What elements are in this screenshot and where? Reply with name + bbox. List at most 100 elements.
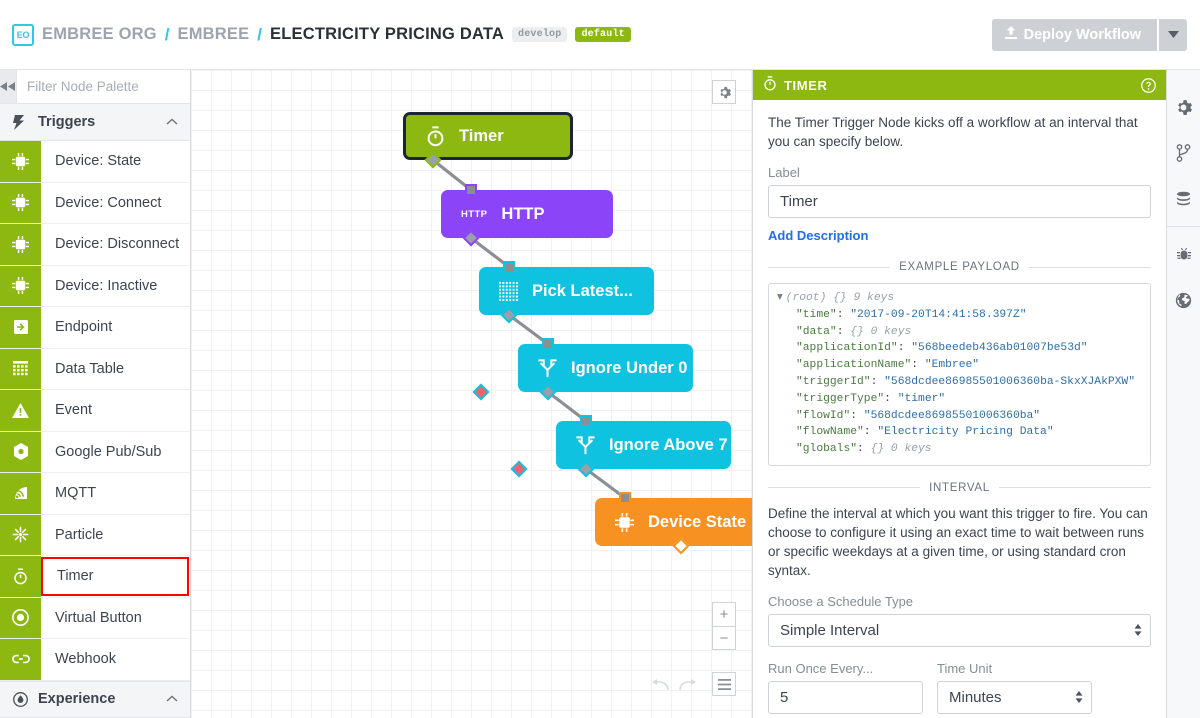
palette-search-row <box>0 70 190 104</box>
question-circle-icon[interactable] <box>1141 78 1156 93</box>
palette-section-triggers[interactable]: Triggers <box>0 104 190 141</box>
palette-item-endpoint[interactable]: Endpoint <box>0 307 190 349</box>
right-icon-rail <box>1166 70 1200 718</box>
label-input[interactable] <box>768 185 1151 218</box>
disclosure-triangle-icon[interactable]: ▾ <box>777 292 783 304</box>
palette-item-webhook[interactable]: Webhook <box>0 639 190 681</box>
zoom-out-button[interactable]: − <box>713 626 735 649</box>
json-value: "568dcdee86985501006360ba-SkxXJAkPXW" <box>884 376 1135 388</box>
device-inactive-icon <box>0 266 41 307</box>
interval-divider: INTERVAL <box>768 482 1151 494</box>
json-root-label: (root) <box>786 292 827 304</box>
input-port[interactable] <box>580 415 592 427</box>
palette-item-device-inactive[interactable]: Device: Inactive <box>0 266 190 308</box>
lightning-icon <box>13 115 28 130</box>
canvas-settings-button[interactable] <box>712 80 736 104</box>
zoom-in-button[interactable]: + <box>713 603 735 626</box>
canvas-menu-button[interactable] <box>712 672 736 696</box>
flow-node-label: Ignore Above 7 <box>609 436 728 455</box>
inspector-title: Timer <box>784 78 827 93</box>
node-palette: Triggers Device: StateDevice: ConnectDev… <box>0 70 191 718</box>
flow-node-http[interactable]: HTTPHTTP <box>441 190 613 238</box>
deploy-workflow-button[interactable]: Deploy Workflow <box>992 19 1157 51</box>
example-payload-viewer[interactable]: ▾(root) {} 9 keys "time": "2017-09-20T14… <box>768 283 1151 466</box>
json-line: "data": {} 0 keys <box>777 324 1142 341</box>
interval-description: Define the interval at which you want th… <box>768 504 1151 580</box>
input-port[interactable] <box>503 261 515 273</box>
flow-node-ignore-under-0[interactable]: Ignore Under 0 <box>518 344 693 392</box>
database-icon[interactable] <box>1167 176 1200 222</box>
particle-starburst-icon <box>0 515 41 556</box>
branch-icon <box>538 359 557 378</box>
json-key: "applicationId" <box>796 342 898 354</box>
json-line: "time": "2017-09-20T14:41:58.397Z" <box>777 307 1142 324</box>
time-unit-label: Time Unit <box>937 661 1092 676</box>
flow-node-pick-latest[interactable]: Pick Latest... <box>479 267 654 315</box>
palette-item-particle[interactable]: Particle <box>0 515 190 557</box>
palette-item-device-disconnect[interactable]: Device: Disconnect <box>0 224 190 266</box>
git-branch-icon[interactable] <box>1167 130 1200 176</box>
palette-item-data-table[interactable]: Data Table <box>0 349 190 391</box>
flow-node-timer[interactable]: Timer <box>403 112 573 160</box>
chevron-down-icon <box>1168 31 1179 38</box>
palette-item-label: Particle <box>41 515 190 556</box>
zoom-controls: + − <box>712 602 736 650</box>
add-description-link[interactable]: Add Description <box>768 228 868 243</box>
deploy-dropdown-button[interactable] <box>1157 19 1187 51</box>
upload-icon <box>1005 26 1017 43</box>
device-state-icon <box>0 141 41 182</box>
breadcrumb-org[interactable]: EMBREE ORG <box>42 25 157 44</box>
virtual-button-icon <box>0 598 41 639</box>
example-payload-divider: EXAMPLE PAYLOAD <box>768 261 1151 273</box>
flow-node-ignore-above-7[interactable]: Ignore Above 7 <box>556 421 731 469</box>
palette-item-mqtt[interactable]: MQTT <box>0 473 190 515</box>
palette-item-label: Device: State <box>41 141 190 182</box>
warning-triangle-icon <box>0 390 41 431</box>
flow-node-device-state[interactable]: Device State <box>595 498 752 546</box>
gear-icon[interactable] <box>1167 84 1200 130</box>
run-every-label: Run Once Every... <box>768 661 923 676</box>
stopwatch-icon <box>0 556 41 597</box>
palette-item-event[interactable]: Event <box>0 390 190 432</box>
palette-item-device-state[interactable]: Device: State <box>0 141 190 183</box>
schedule-type-select[interactable] <box>768 614 1151 647</box>
interval-fields-row: Run Once Every... Time Unit <box>768 647 1151 714</box>
mqtt-signal-icon <box>0 473 41 514</box>
input-port[interactable] <box>465 184 477 196</box>
palette-item-virtual-button[interactable]: Virtual Button <box>0 598 190 640</box>
palette-item-google-pub-sub[interactable]: Google Pub/Sub <box>0 432 190 474</box>
json-line: "triggerId": "568dcdee86985501006360ba-S… <box>777 374 1142 391</box>
node-inspector-panel: Timer The Timer Trigger Node kicks off a… <box>752 70 1166 718</box>
json-value: "2017-09-20T14:41:58.397Z" <box>850 309 1026 321</box>
input-port[interactable] <box>542 338 554 350</box>
json-key: "time" <box>796 309 837 321</box>
link-chain-icon <box>0 639 41 680</box>
run-every-input[interactable] <box>768 681 923 714</box>
undo-arrow-icon[interactable] <box>652 678 669 696</box>
example-payload-label: EXAMPLE PAYLOAD <box>899 261 1020 273</box>
palette-item-timer[interactable]: Timer <box>0 556 190 598</box>
palette-filter-input[interactable] <box>16 70 191 103</box>
globe-icon[interactable] <box>1167 277 1200 323</box>
workflow-canvas[interactable]: Timer HTTPHTTP Pick Latest... Ignore Under … <box>191 70 752 718</box>
redo-arrow-icon[interactable] <box>679 678 696 696</box>
chevron-up-icon <box>166 116 178 128</box>
breadcrumb-app[interactable]: EMBREE <box>178 25 250 44</box>
json-value: "Embree" <box>925 359 979 371</box>
breadcrumb-separator: / <box>257 25 262 45</box>
json-root-row[interactable]: ▾(root) {} 9 keys <box>777 290 1142 307</box>
time-unit-select[interactable] <box>937 681 1092 714</box>
palette-item-device-connect[interactable]: Device: Connect <box>0 183 190 225</box>
palette-item-label: Event <box>41 390 190 431</box>
palette-section-experience[interactable]: Experience <box>0 681 190 718</box>
gear-icon <box>718 86 731 99</box>
palette-item-label: Webhook <box>41 639 190 680</box>
input-port[interactable] <box>619 492 631 504</box>
collapse-left-icon[interactable] <box>0 70 16 103</box>
json-value: "568beedeb436ab01007be53d" <box>911 342 1087 354</box>
bug-icon[interactable] <box>1167 231 1200 277</box>
chevron-up-icon <box>166 693 178 705</box>
endpoint-icon <box>0 307 41 348</box>
json-line: "applicationName": "Embree" <box>777 357 1142 374</box>
json-value: "Electricity Pricing Data" <box>877 426 1053 438</box>
